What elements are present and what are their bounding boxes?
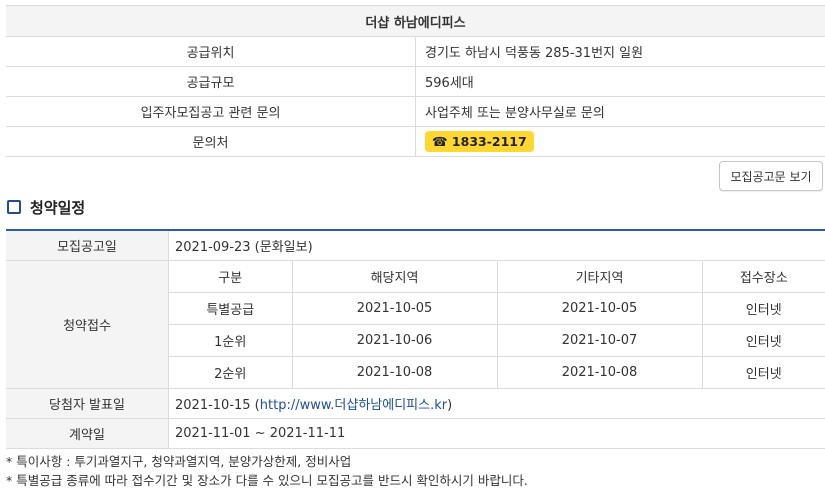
receipt-place: 인터넷 — [702, 292, 825, 325]
receipt-local-date: 2021-10-05 — [292, 292, 498, 325]
note-caution: * 특별공급 종류에 따라 접수기간 및 장소가 다를 수 있으니 모집공고를 … — [6, 473, 528, 488]
notes: * 특이사항 : 투기과열지구, 청약과열지역, 분양가상한제, 정비사업 * … — [6, 452, 528, 490]
announce-row: 모집공고일 2021-09-23 (문화일보) — [6, 229, 825, 261]
scale-value: 596세대 — [415, 66, 825, 97]
note-special: * 특이사항 : 투기과열지구, 청약과열지역, 분양가상한제, 정비사업 — [6, 454, 352, 469]
receipt-header-local: 해당지역 — [292, 261, 498, 293]
receipt-label: 청약접수 — [6, 260, 169, 389]
receipt-header-type: 구분 — [169, 261, 293, 293]
winner-date: 2021-10-15 ( — [175, 398, 260, 413]
contract-row: 계약일 2021-11-01 ~ 2021-11-11 — [6, 418, 825, 449]
receipt-header-place: 접수장소 — [702, 261, 825, 293]
scale-label: 공급규모 — [6, 66, 416, 97]
section-header: 청약일정 — [7, 197, 85, 217]
location-label: 공급위치 — [6, 36, 416, 67]
receipt-cell: 구분 해당지역 기타지역 접수장소 특별공급 2021-10-05 2021-1… — [168, 260, 825, 389]
winner-close: ) — [447, 398, 453, 413]
info-row-inquiry: 입주자모집공고 관련 문의 사업주체 또는 분양사무실로 문의 — [6, 96, 825, 127]
location-value: 경기도 하남시 덕풍동 285-31번지 일원 — [415, 36, 825, 67]
receipt-type: 1순위 — [169, 324, 293, 357]
winner-link[interactable]: http://www.더샵하남에디피스.kr — [260, 398, 447, 413]
receipt-local-date: 2021-10-06 — [292, 324, 498, 357]
receipt-row-first: 1순위 2021-10-06 2021-10-07 인터넷 — [169, 324, 825, 357]
info-row-contact: 문의처 ☎ 1833-2117 — [6, 126, 825, 157]
receipt-other-date: 2021-10-05 — [497, 292, 703, 325]
receipt-place: 인터넷 — [745, 367, 782, 382]
phone-badge[interactable]: ☎ 1833-2117 — [425, 131, 534, 152]
info-row-scale: 공급규모 596세대 — [6, 66, 825, 97]
section-square-icon — [7, 200, 21, 214]
receipt-other-date: 2021-10-07 — [497, 324, 703, 357]
receipt-type: 2순위 — [169, 356, 293, 388]
receipt-local-date: 2021-10-08 — [292, 356, 498, 388]
receipt-header-other: 기타지역 — [497, 261, 703, 293]
receipt-other-date: 2021-10-08 — [497, 356, 703, 388]
contact-label: 문의처 — [6, 126, 416, 157]
receipt-table: 구분 해당지역 기타지역 접수장소 특별공급 2021-10-05 2021-1… — [169, 261, 825, 388]
winner-value: 2021-10-15 (http://www.더샵하남에디피스.kr) — [168, 388, 825, 419]
info-row-location: 공급위치 경기도 하남시 덕풍동 285-31번지 일원 — [6, 36, 825, 67]
complex-name: 더샵 하남에디피스 — [6, 5, 825, 37]
receipt-row-second: 2순위 2021-10-08 2021-10-08 인터넷 — [169, 356, 825, 388]
receipt-row: 청약접수 구분 해당지역 기타지역 접수장소 특별공급 2021-10-05 2… — [6, 260, 825, 389]
announce-value: 2021-09-23 (문화일보) — [168, 229, 825, 261]
winner-label: 당첨자 발표일 — [6, 388, 169, 419]
schedule-table: 모집공고일 2021-09-23 (문화일보) 청약접수 구분 해당지역 기타지… — [6, 229, 825, 449]
view-notice-button[interactable]: 모집공고문 보기 — [719, 161, 823, 191]
receipt-header-row: 구분 해당지역 기타지역 접수장소 — [169, 261, 825, 293]
receipt-place: 인터넷 — [702, 324, 825, 357]
contract-label: 계약일 — [6, 418, 169, 449]
announce-label: 모집공고일 — [6, 229, 169, 261]
inquiry-label: 입주자모집공고 관련 문의 — [6, 96, 416, 127]
receipt-type: 특별공급 — [169, 292, 293, 325]
contact-cell: ☎ 1833-2117 — [415, 126, 825, 157]
section-title: 청약일정 — [30, 198, 86, 217]
winner-row: 당첨자 발표일 2021-10-15 (http://www.더샵하남에디피스.… — [6, 388, 825, 419]
complex-name-row: 더샵 하남에디피스 — [6, 5, 825, 37]
inquiry-value: 사업주체 또는 분양사무실로 문의 — [415, 96, 825, 127]
contract-value: 2021-11-01 ~ 2021-11-11 — [168, 418, 825, 449]
complex-info-table: 더샵 하남에디피스 공급위치 경기도 하남시 덕풍동 285-31번지 일원 공… — [6, 5, 825, 157]
receipt-row-special: 특별공급 2021-10-05 2021-10-05 인터넷 — [169, 292, 825, 325]
